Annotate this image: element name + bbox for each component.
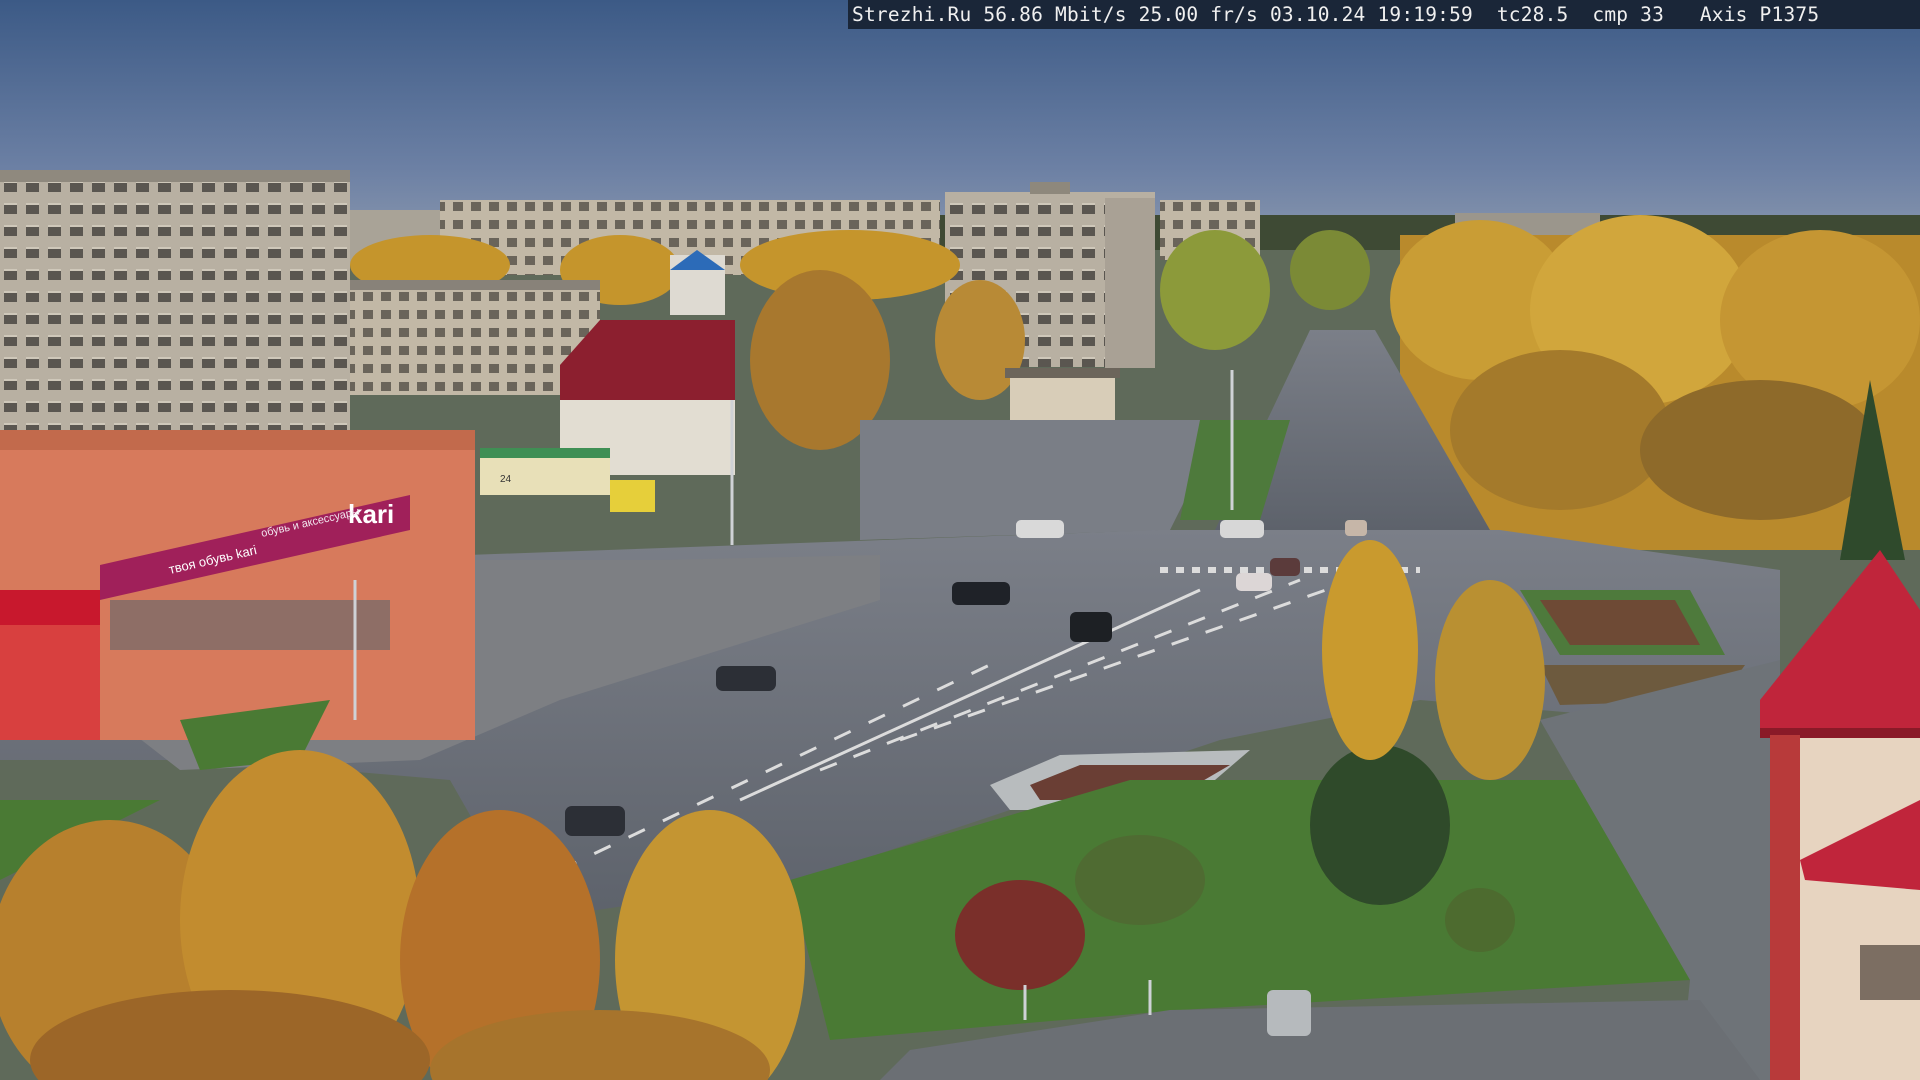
overlay-date: 03.10.24	[1269, 3, 1366, 26]
overlay-time: 19:19:59	[1377, 3, 1473, 26]
camera-overlay-bar: Strezhi.Ru 56.86 Mbit/s 25.00 fr/s 03.10…	[848, 0, 1920, 29]
road-sign-number: 24	[500, 474, 512, 485]
overlay-site: Strezhi.Ru	[852, 3, 972, 26]
overlay-cmp: cmp 33	[1592, 3, 1665, 26]
central-small-building-roof	[1005, 368, 1120, 378]
central-small-building	[1010, 375, 1115, 420]
overlay-camera-model: Axis P1375	[1699, 3, 1820, 26]
kari-store-building	[0, 430, 475, 740]
city-webcam-scene: kari твоя обувь kari обувь и аксессуары …	[0, 0, 1920, 1080]
overlay-framerate: 25.00 fr/s	[1138, 3, 1258, 26]
overlay-tc: tc28.5	[1496, 3, 1569, 26]
overlay-bitrate: 56.86 Mbit/s	[983, 3, 1127, 26]
parked-car-bottom	[1267, 990, 1311, 1036]
